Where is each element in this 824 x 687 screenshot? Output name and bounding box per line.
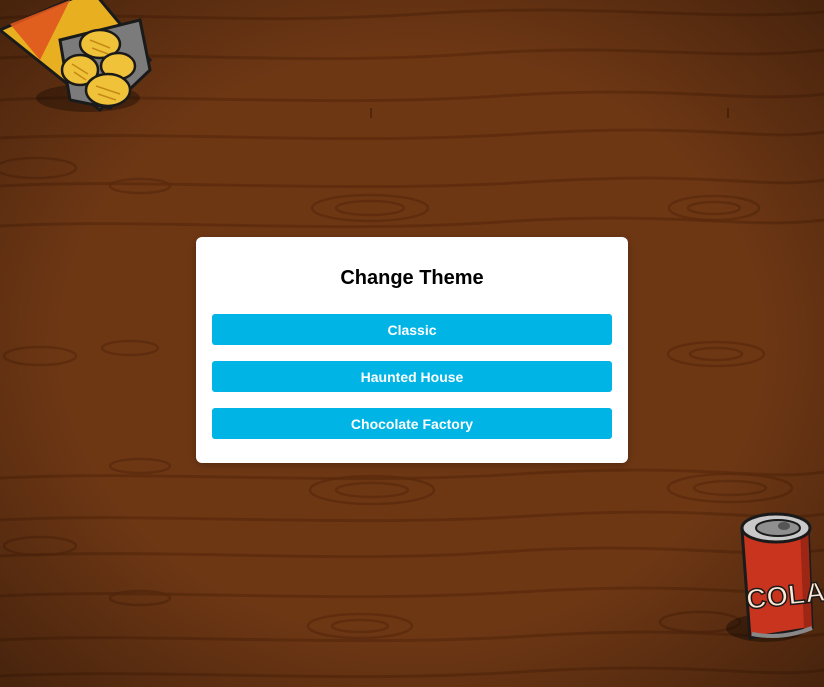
classic-theme-button[interactable]: Classic (212, 314, 612, 345)
game-table: COLA Change Theme Classic Haunted House … (0, 0, 824, 687)
chocolate-factory-theme-button[interactable]: Chocolate Factory (212, 408, 612, 439)
dialog-title: Change Theme (340, 267, 484, 289)
haunted-house-theme-button[interactable]: Haunted House (212, 361, 612, 392)
change-theme-dialog: Change Theme Classic Haunted House Choco… (196, 237, 628, 463)
chips-bag-icon (0, 0, 153, 113)
cola-can-icon: COLA (726, 512, 824, 642)
